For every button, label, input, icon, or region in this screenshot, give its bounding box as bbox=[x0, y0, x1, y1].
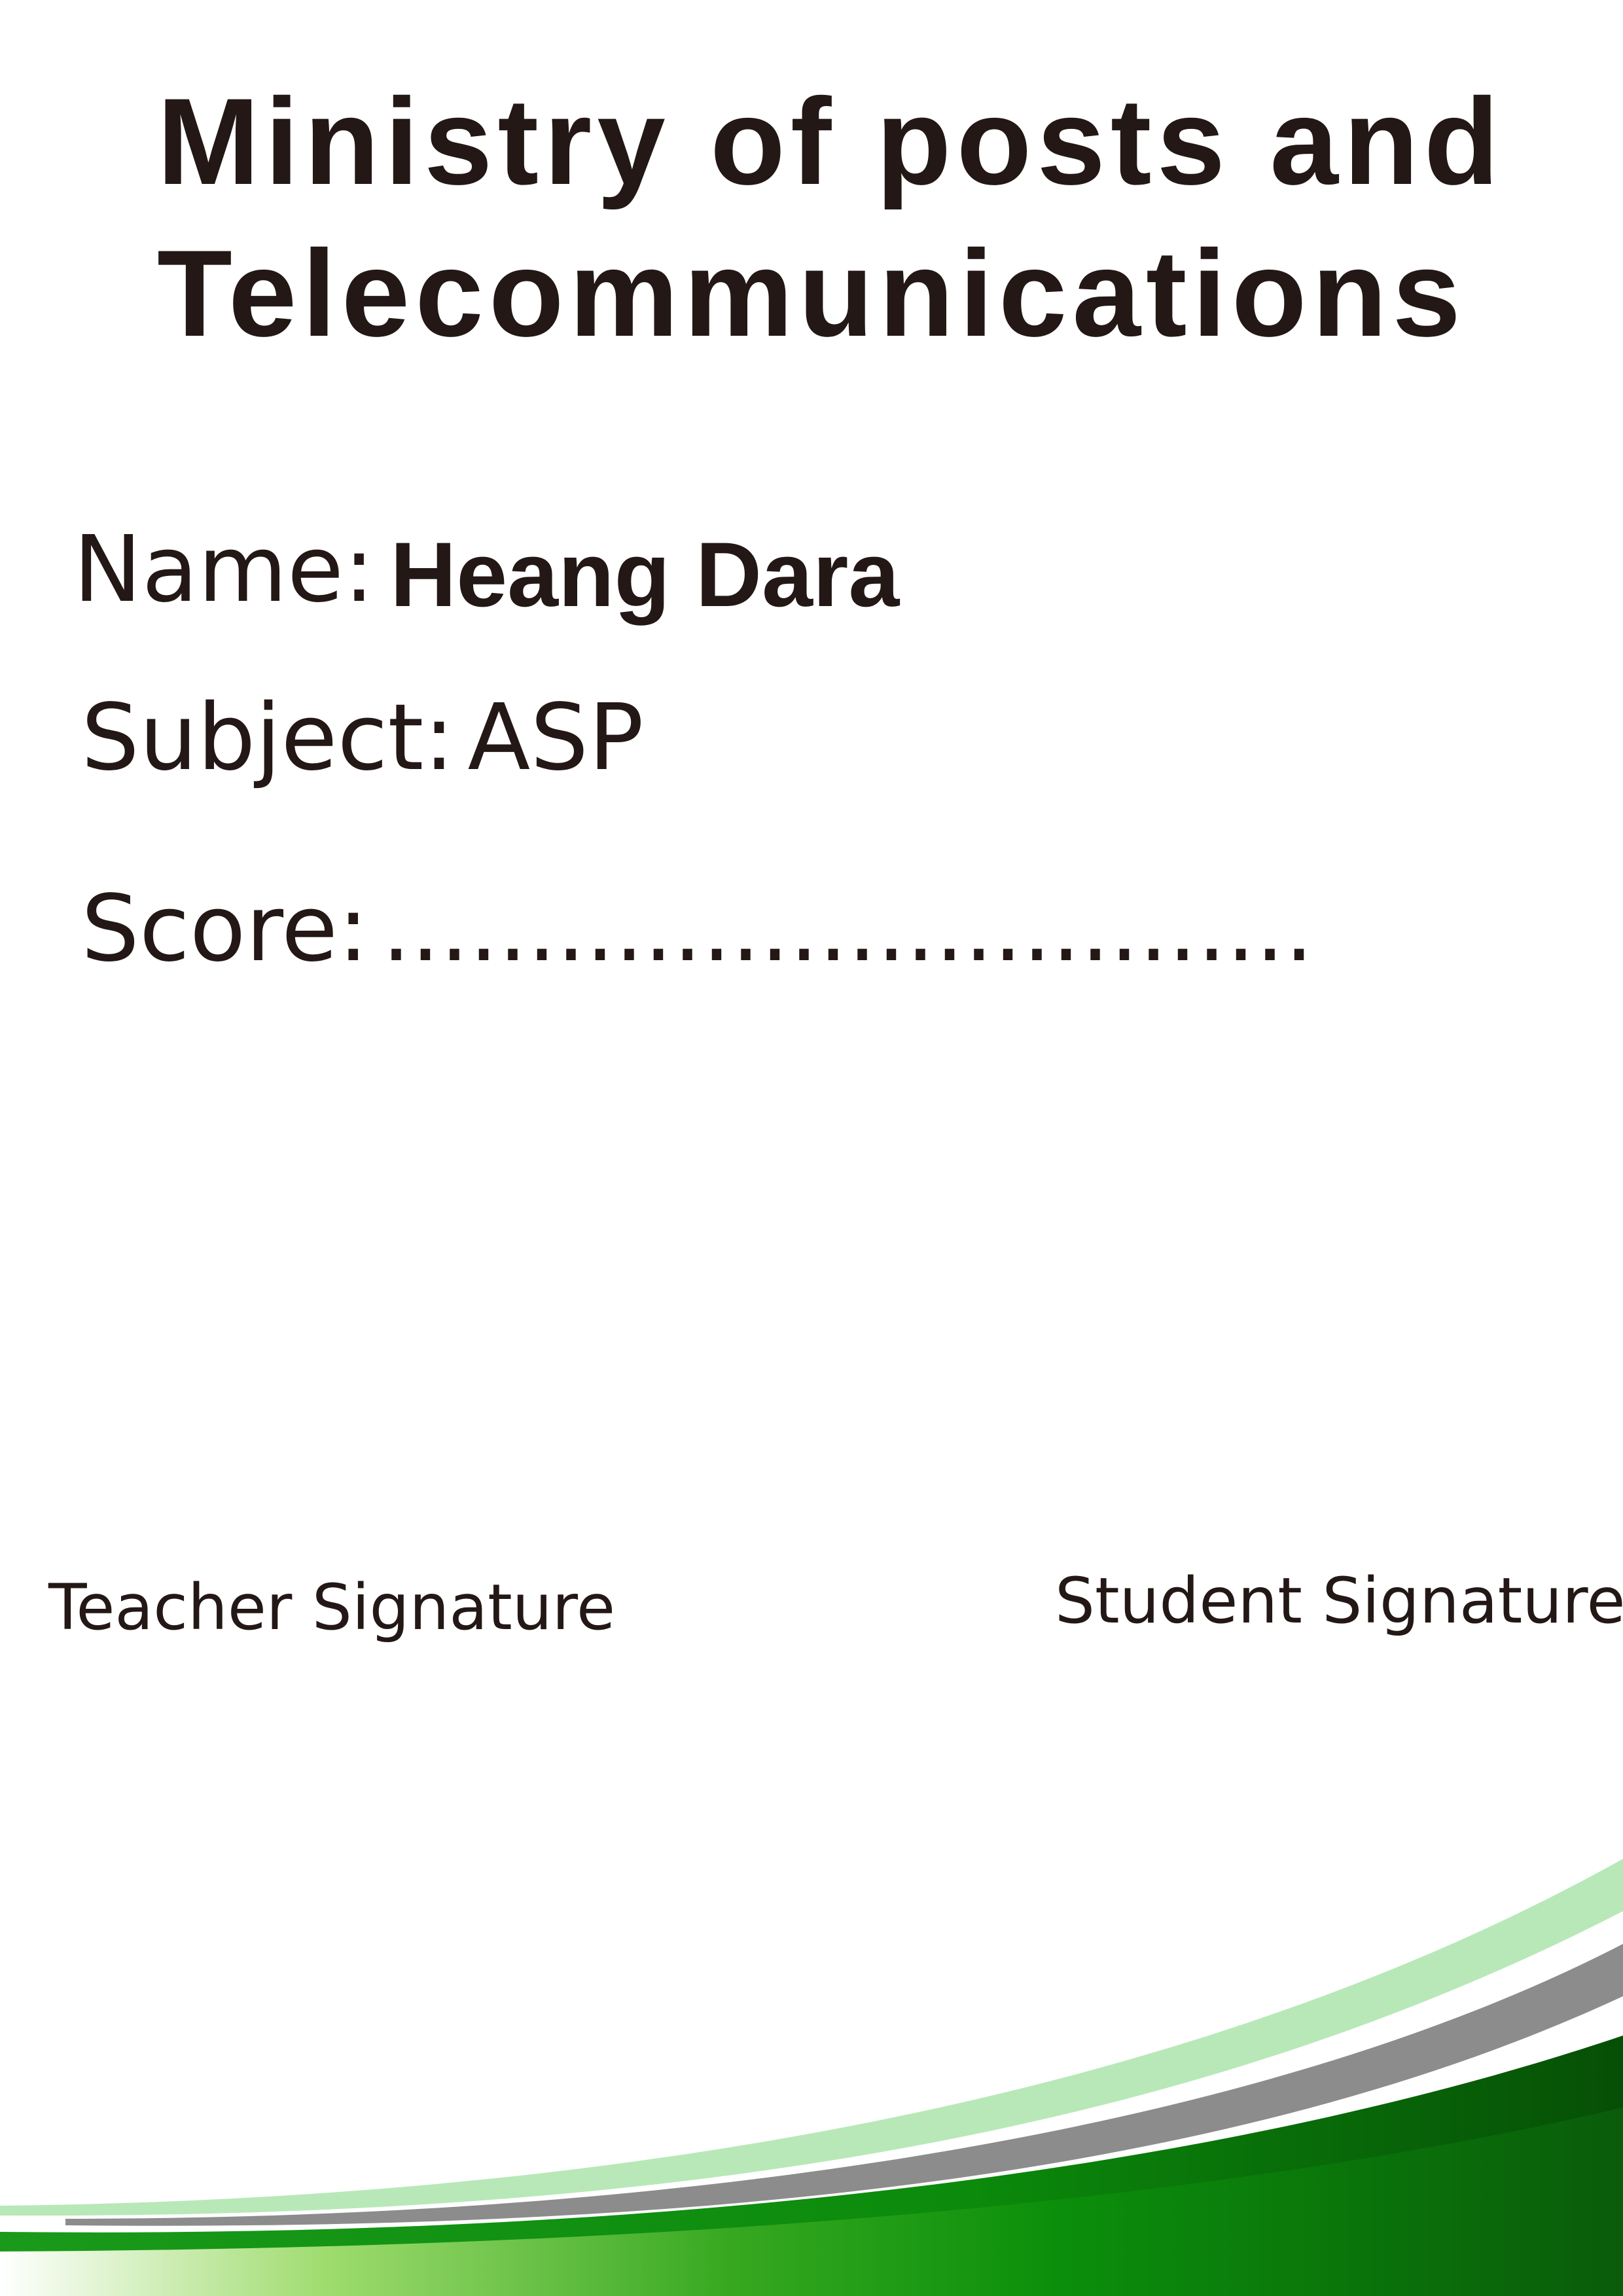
name-field: Name: Heang Dara bbox=[73, 524, 899, 620]
title-line-2: Telecommunications bbox=[157, 224, 1467, 362]
student-signature-label: Student Signature bbox=[1055, 1564, 1623, 1638]
decorative-swoosh bbox=[0, 1859, 1623, 2296]
score-label: Score: bbox=[81, 876, 369, 982]
title-line-1: Ministry of posts and bbox=[157, 73, 1505, 210]
score-field: Score:................................ bbox=[81, 884, 1313, 975]
name-label: Name: bbox=[73, 516, 375, 623]
subject-field: Subject: ASP bbox=[81, 692, 644, 784]
name-value: Heang Dara bbox=[390, 523, 900, 626]
score-dotted-line: ................................ bbox=[382, 876, 1314, 982]
subject-label: Subject: bbox=[81, 685, 455, 791]
page-title: Ministry of posts and Telecommunications bbox=[157, 65, 1505, 369]
subject-value: ASP bbox=[467, 685, 644, 791]
teacher-signature-label: Teacher Signature bbox=[48, 1571, 616, 1644]
